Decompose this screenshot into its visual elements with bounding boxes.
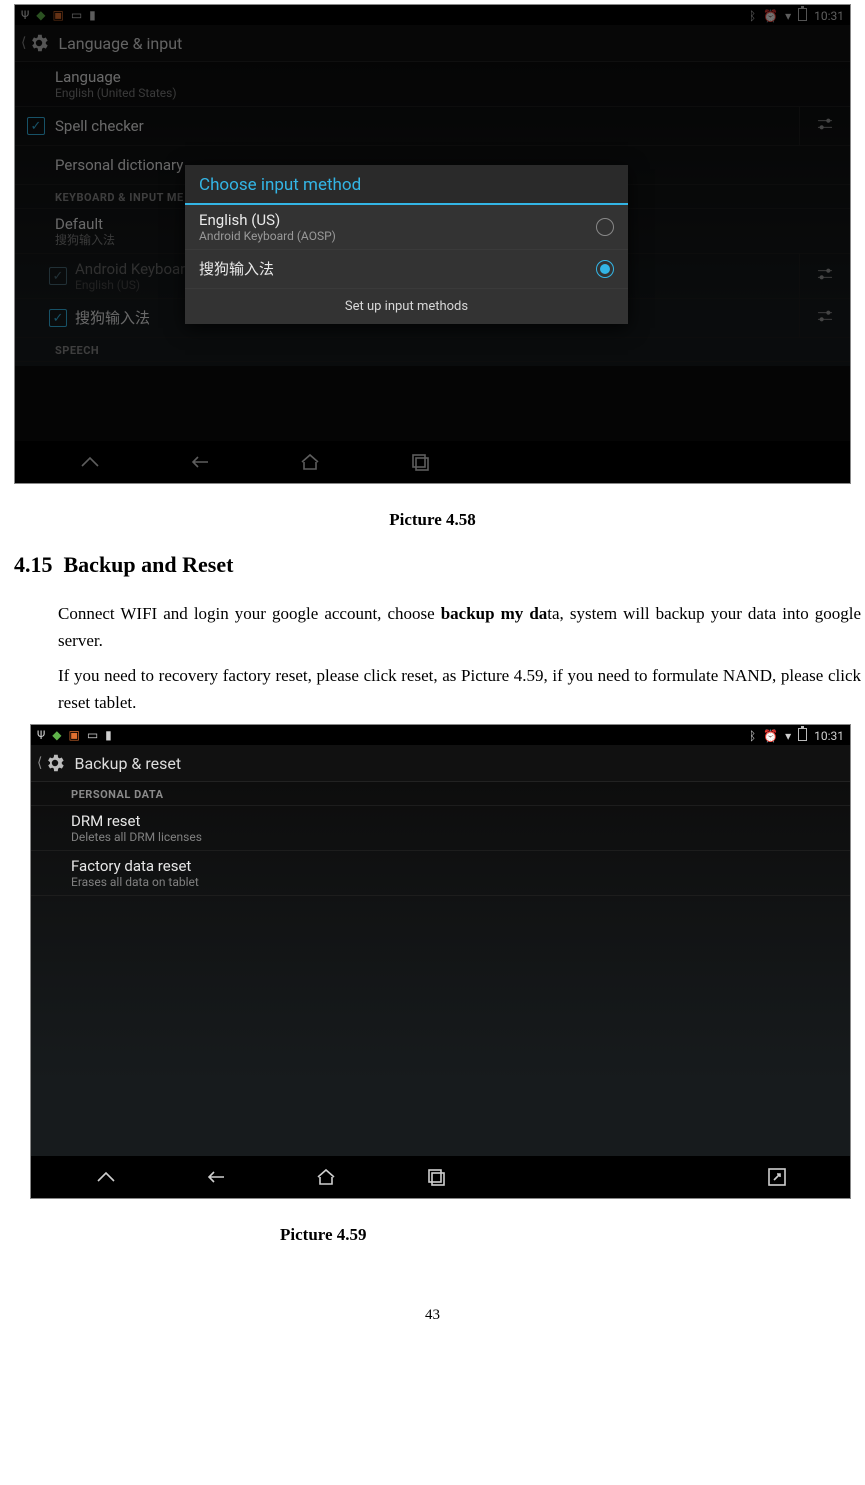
screenshot-backup-reset: Ψ ◆ ▣ ▭ ▮ ᛒ ⏰ ▾ 10:31 ⟨ Backup & reset [30,724,851,1199]
radio-icon[interactable] [596,260,614,278]
wifi-icon: ▾ [785,729,791,743]
equalizer-icon [815,264,835,288]
section-number: 4.15 [14,552,53,577]
status-icons-right: ᛒ ⏰ ▾ 10:31 [745,727,844,743]
setting-subtitle: Deletes all DRM licenses [71,830,838,844]
body-paragraph-2: If you need to recovery factory reset, p… [58,662,861,716]
option-primary-label: 搜狗输入法 [199,256,596,282]
radio-icon[interactable] [596,218,614,236]
back-chevron-icon[interactable]: ⟨ [37,755,42,771]
screenshot-language-input: Ψ ◆ ▣ ▭ ▮ ᛒ ⏰ ▾ 10:31 ⟨ Language & input [14,4,851,484]
alarm-icon: ⏰ [763,729,778,743]
setting-title: Factory data reset [71,857,838,875]
settings-appbar[interactable]: ⟨ Language & input [15,25,850,62]
ime-option-english-aosp[interactable]: English (US) Android Keyboard (AOSP) [185,205,628,250]
nav-back-button[interactable] [145,449,255,475]
aosp-keyboard-settings-button[interactable] [800,254,850,299]
nav-hide-button[interactable] [51,1164,161,1190]
status-icons-left: Ψ ◆ ▣ ▭ ▮ [37,728,116,742]
status-icons-left: Ψ ◆ ▣ ▭ ▮ [21,8,100,22]
ime-option-sogou[interactable]: 搜狗输入法 [185,250,628,289]
text-run: Connect WIFI and login your google accou… [58,604,441,623]
dialog-title: Choose input method [185,165,628,205]
usb-icon: Ψ [37,728,45,742]
wifi-icon: ▾ [785,9,791,23]
status-icons-right: ᛒ ⏰ ▾ 10:31 [745,7,844,23]
android-status-bar: Ψ ◆ ▣ ▭ ▮ ᛒ ⏰ ▾ 10:31 [15,5,850,25]
setting-title: Spell checker [55,113,787,139]
checkbox-icon[interactable] [27,117,45,135]
clock-text: 10:31 [814,9,844,23]
figure-caption-459: Picture 4.59 [0,1225,865,1245]
section-header-speech: SPEECH [15,338,850,362]
nav-recent-button[interactable] [381,1164,491,1190]
nav-screenshot-button[interactable] [722,1164,832,1190]
sogou-settings-button[interactable] [800,299,850,338]
section-title: Backup and Reset [64,552,234,577]
checkbox-icon [49,267,67,285]
settings-list: PERSONAL DATA DRM reset Deletes all DRM … [31,782,850,1156]
back-chevron-icon[interactable]: ⟨ [21,35,26,51]
setting-spell-checker-row: Spell checker [15,107,850,146]
setting-subtitle: Erases all data on tablet [71,875,838,889]
settings-gear-icon [44,752,66,774]
nav-home-button[interactable] [255,449,365,475]
clock-text: 10:31 [814,729,844,743]
settings-appbar[interactable]: ⟨ Backup & reset [31,745,850,782]
sync-icon: ◆ [52,728,61,742]
equalizer-icon [815,114,835,138]
setting-spell-checker[interactable]: Spell checker [15,107,800,146]
appbar-title: Backup & reset [74,754,181,773]
usb-icon: Ψ [21,8,29,22]
body-paragraph-1: Connect WIFI and login your google accou… [58,600,861,654]
section-header-personal-data: PERSONAL DATA [31,782,850,806]
sd-icon: ▮ [105,728,112,742]
nav-back-button[interactable] [161,1164,271,1190]
text-run-bold: backup my da [441,604,548,623]
gallery-icon: ▭ [87,728,98,742]
battery-icon [798,728,807,741]
option-secondary-label: Android Keyboard (AOSP) [199,229,596,243]
choose-input-method-dialog: Choose input method English (US) Android… [185,165,628,324]
setting-language[interactable]: Language English (United States) [15,62,850,107]
setting-factory-reset[interactable]: Factory data reset Erases all data on ta… [31,851,850,896]
setting-subtitle: English (United States) [55,86,838,100]
section-heading-backup-reset: 4.15 Backup and Reset [14,552,865,578]
option-primary-label: English (US) [199,211,596,229]
setting-title: DRM reset [71,812,838,830]
setup-input-methods-button[interactable]: Set up input methods [185,289,628,324]
setting-drm-reset[interactable]: DRM reset Deletes all DRM licenses [31,806,850,851]
android-nav-bar [15,441,850,483]
setting-title: Language [55,68,838,86]
android-nav-bar [31,1156,850,1198]
settings-gear-icon [28,32,50,54]
nav-recent-button[interactable] [365,449,475,475]
gallery-icon: ▭ [71,8,82,22]
sync-icon: ◆ [36,8,45,22]
equalizer-icon [815,306,835,330]
bluetooth-icon: ᛒ [749,729,756,743]
app-icon: ▣ [53,8,64,22]
spell-checker-settings-button[interactable] [800,107,850,146]
checkbox-icon[interactable] [49,309,67,327]
nav-home-button[interactable] [271,1164,381,1190]
sd-icon: ▮ [89,8,96,22]
app-icon: ▣ [69,728,80,742]
nav-hide-button[interactable] [35,449,145,475]
alarm-icon: ⏰ [763,9,778,23]
bluetooth-icon: ᛒ [749,9,756,23]
android-status-bar: Ψ ◆ ▣ ▭ ▮ ᛒ ⏰ ▾ 10:31 [31,725,850,745]
page-number: 43 [0,1307,865,1324]
battery-icon [798,8,807,21]
appbar-title: Language & input [58,34,182,53]
figure-caption-458: Picture 4.58 [0,510,865,530]
